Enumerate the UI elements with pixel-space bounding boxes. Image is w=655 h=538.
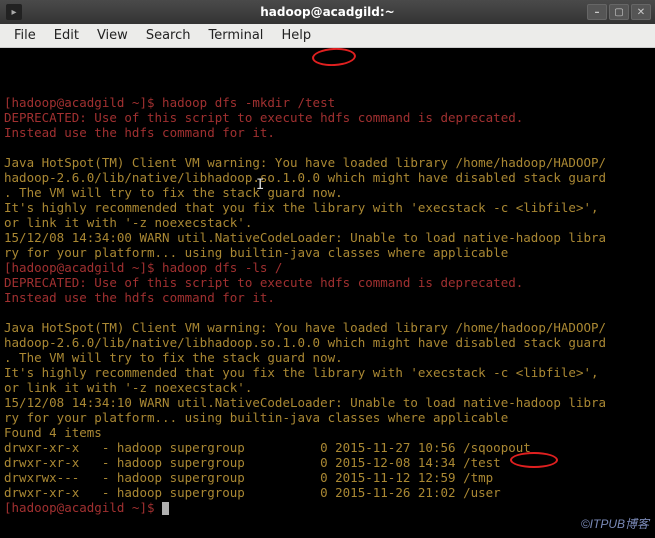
command-text: hadoop dfs -mkdir /test	[162, 95, 335, 110]
menu-help[interactable]: Help	[273, 26, 319, 45]
prompt: [hadoop@acadgild ~]$	[4, 260, 162, 275]
menu-bar: File Edit View Search Terminal Help	[0, 24, 655, 48]
terminal-line: ry for your platform... using builtin-ja…	[4, 245, 651, 260]
menu-edit[interactable]: Edit	[46, 26, 87, 45]
terminal-line: or link it with '-z noexecstack'.	[4, 215, 651, 230]
terminal-line	[4, 305, 651, 320]
menu-search[interactable]: Search	[138, 26, 199, 45]
terminal-line: 15/12/08 14:34:10 WARN util.NativeCodeLo…	[4, 395, 651, 410]
terminal-line: Java HotSpot(TM) Client VM warning: You …	[4, 320, 651, 335]
terminal-line: [hadoop@acadgild ~]$ hadoop dfs -mkdir /…	[4, 95, 651, 110]
terminal-line: drwxrwx--- - hadoop supergroup 0 2015-11…	[4, 470, 651, 485]
terminal-line: DEPRECATED: Use of this script to execut…	[4, 275, 651, 290]
terminal-line: hadoop-2.6.0/lib/native/libhadoop.so.1.0…	[4, 170, 651, 185]
terminal-line: . The VM will try to fix the stack guard…	[4, 185, 651, 200]
maximize-button[interactable]: ▢	[609, 4, 629, 20]
terminal-line: Instead use the hdfs command for it.	[4, 290, 651, 305]
terminal-line: . The VM will try to fix the stack guard…	[4, 350, 651, 365]
terminal-line: ry for your platform... using builtin-ja…	[4, 410, 651, 425]
menu-terminal[interactable]: Terminal	[200, 26, 271, 45]
command-text: hadoop dfs -ls /	[162, 260, 282, 275]
window-controls: – ▢ ✕	[587, 4, 651, 20]
terminal-line: drwxr-xr-x - hadoop supergroup 0 2015-11…	[4, 440, 651, 455]
terminal-line	[4, 140, 651, 155]
terminal-icon: ▸	[6, 4, 22, 20]
menu-view[interactable]: View	[89, 26, 136, 45]
terminal-line: drwxr-xr-x - hadoop supergroup 0 2015-12…	[4, 455, 651, 470]
cursor-block	[162, 502, 169, 515]
prompt: [hadoop@acadgild ~]$	[4, 95, 162, 110]
terminal-line: It's highly recommended that you fix the…	[4, 365, 651, 380]
terminal-line: DEPRECATED: Use of this script to execut…	[4, 110, 651, 125]
watermark: ©ITPUB博客	[581, 517, 649, 532]
close-button[interactable]: ✕	[631, 4, 651, 20]
menu-file[interactable]: File	[6, 26, 44, 45]
terminal-line: [hadoop@acadgild ~]$	[4, 500, 651, 515]
terminal-line: It's highly recommended that you fix the…	[4, 200, 651, 215]
terminal-line: Java HotSpot(TM) Client VM warning: You …	[4, 155, 651, 170]
terminal-line: 15/12/08 14:34:00 WARN util.NativeCodeLo…	[4, 230, 651, 245]
prompt: [hadoop@acadgild ~]$	[4, 500, 162, 515]
terminal-line: Instead use the hdfs command for it.	[4, 125, 651, 140]
terminal-line: Found 4 items	[4, 425, 651, 440]
window-title: hadoop@acadgild:~	[260, 5, 394, 19]
terminal-line: [hadoop@acadgild ~]$ hadoop dfs -ls /	[4, 260, 651, 275]
terminal-line: or link it with '-z noexecstack'.	[4, 380, 651, 395]
terminal-line: drwxr-xr-x - hadoop supergroup 0 2015-11…	[4, 485, 651, 500]
annotation-circle-1	[312, 48, 357, 67]
minimize-button[interactable]: –	[587, 4, 607, 20]
terminal-line: hadoop-2.6.0/lib/native/libhadoop.so.1.0…	[4, 335, 651, 350]
terminal-area[interactable]: [hadoop@acadgild ~]$ hadoop dfs -mkdir /…	[0, 48, 655, 538]
window-titlebar: ▸ hadoop@acadgild:~ – ▢ ✕	[0, 0, 655, 24]
text-cursor-icon: I	[256, 178, 264, 192]
